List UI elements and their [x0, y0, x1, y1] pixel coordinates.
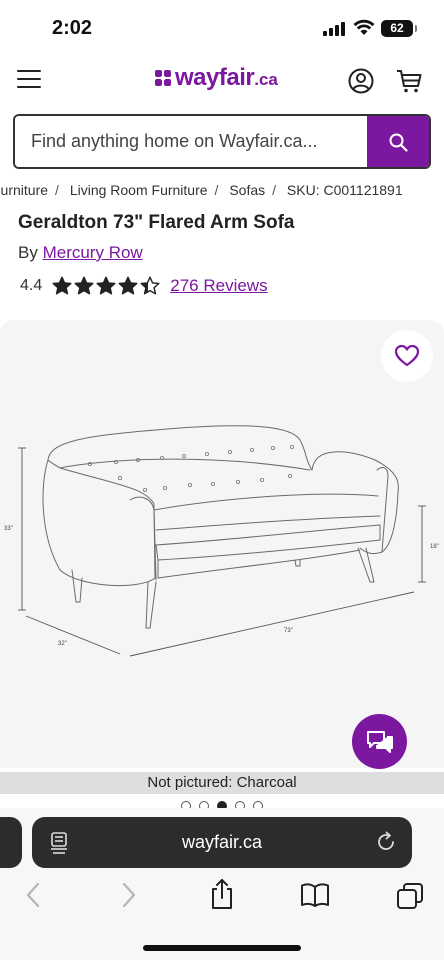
sofa-dimension-diagram: 33" 32" 73" 18" [4, 425, 439, 657]
site-header: wayfair .ca [0, 56, 444, 106]
previous-tab-preview[interactable] [0, 817, 22, 868]
url-text: wayfair.ca [181, 832, 263, 852]
share-icon[interactable] [209, 878, 235, 910]
chat-button[interactable] [352, 714, 407, 769]
search-icon [389, 133, 408, 152]
bookmarks-icon[interactable] [300, 882, 330, 908]
cellular-signal-icon [323, 22, 345, 36]
account-icon[interactable] [348, 68, 374, 94]
star-rating [52, 276, 160, 296]
star-icon [140, 276, 160, 295]
status-bar: 2:02 62 [0, 0, 444, 56]
by-label: By [18, 243, 38, 262]
dimension-depth-label: 32" [58, 641, 67, 647]
tabs-icon[interactable] [396, 882, 424, 910]
heart-icon [394, 344, 420, 367]
back-icon[interactable] [24, 882, 42, 908]
favorite-button[interactable] [381, 330, 433, 382]
chat-icon [366, 730, 393, 753]
dimension-seat-height-label: 18" [430, 544, 439, 550]
star-icon [96, 276, 116, 295]
product-title: Geraldton 73" Flared Arm Sofa [18, 212, 295, 233]
reviews-link[interactable]: 276 Reviews [170, 276, 267, 296]
breadcrumb: Furniture/ Living Room Furniture/ Sofas/… [0, 182, 444, 202]
wayfair-logo[interactable]: wayfair .ca [154, 64, 278, 92]
logo-domain: .ca [254, 70, 278, 89]
wayfair-pinwheel-icon [155, 70, 171, 86]
forward-icon[interactable] [120, 882, 138, 908]
rating-value: 4.4 [20, 277, 43, 294]
browser-nav-tools [0, 878, 444, 918]
reload-icon[interactable] [375, 831, 397, 853]
address-bar[interactable]: wayfair.ca [32, 817, 412, 868]
product-byline: By Mercury Row [18, 243, 143, 263]
status-time: 2:02 [52, 17, 93, 39]
dimension-width-label: 73" [284, 628, 293, 634]
home-indicator [143, 945, 301, 951]
search-input[interactable] [15, 116, 367, 167]
star-icon [118, 276, 138, 295]
browser-toolbar: wayfair.ca [0, 808, 444, 960]
breadcrumb-sku: SKU: C001121891 [286, 182, 403, 198]
battery-indicator: 62 [381, 20, 417, 37]
image-caption: Not pictured: Charcoal [0, 772, 444, 794]
breadcrumb-living-room-furniture[interactable]: Living Room Furniture [70, 182, 208, 198]
product-image-gallery[interactable]: 33" 32" 73" 18" [0, 320, 444, 768]
breadcrumb-sofas[interactable]: Sofas [229, 182, 265, 198]
star-icon [52, 276, 72, 295]
rating-summary: 4.4 276 Reviews [20, 276, 268, 296]
brand-link[interactable]: Mercury Row [43, 243, 143, 262]
wifi-icon [353, 19, 375, 35]
cart-icon[interactable] [396, 68, 422, 94]
search-bar [13, 114, 431, 169]
logo-wordmark: wayfair [175, 64, 255, 91]
breadcrumb-furniture[interactable]: Furniture [0, 182, 48, 198]
search-button[interactable] [367, 116, 429, 167]
hamburger-icon[interactable] [17, 70, 41, 90]
star-icon [74, 276, 94, 295]
dimension-height-label: 33" [4, 526, 13, 532]
